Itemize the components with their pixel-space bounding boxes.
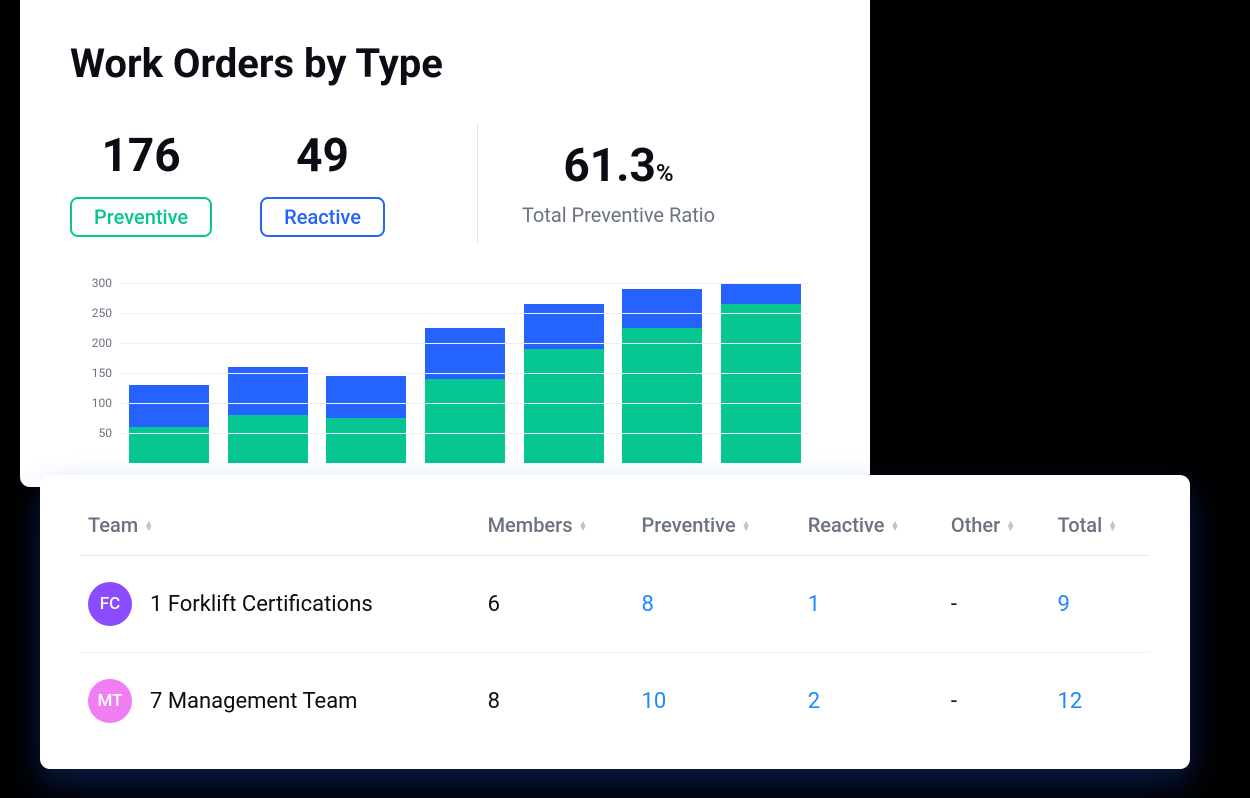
stat-reactive-value: 49 — [296, 129, 349, 183]
chart-y-axis: 50100150200250300 — [80, 283, 112, 463]
team-name: 1 Forklift Certifications — [150, 592, 373, 617]
bar-segment-reactive — [129, 385, 209, 427]
stats-row: 176 Preventive 49 Reactive 61.3% Total P… — [70, 123, 820, 243]
ratio-number: 61.3 — [563, 139, 656, 193]
stat-preventive-value: 176 — [101, 129, 180, 183]
preventive-pill[interactable]: Preventive — [70, 197, 212, 237]
cell-reactive: 1 — [800, 556, 943, 653]
cell-preventive: 10 — [634, 653, 800, 750]
cell-preventive: 8 — [634, 556, 800, 653]
gridline — [120, 283, 810, 284]
cell-members: 6 — [480, 556, 634, 653]
bar-segment-preventive — [228, 415, 308, 463]
stat-preventive: 176 Preventive — [70, 129, 212, 237]
cell-total: 12 — [1049, 653, 1150, 750]
gridline — [120, 433, 810, 434]
y-tick-label: 300 — [80, 276, 112, 290]
teams-table: Team▲▼ Members▲▼ Preventive▲▼ Reactive▲▼… — [80, 503, 1150, 749]
bar-segment-reactive — [622, 289, 702, 328]
chart-bar — [622, 289, 702, 463]
cell-other: - — [943, 653, 1050, 750]
stat-ratio-value: 61.3% — [563, 139, 673, 193]
teams-table-card: Team▲▼ Members▲▼ Preventive▲▼ Reactive▲▼… — [40, 475, 1190, 769]
bar-segment-preventive — [622, 328, 702, 463]
reactive-pill[interactable]: Reactive — [260, 197, 385, 237]
y-tick-label: 200 — [80, 336, 112, 350]
cell-total-link[interactable]: 9 — [1057, 592, 1069, 617]
chart-bar — [228, 367, 308, 463]
bar-segment-preventive — [326, 418, 406, 463]
stat-reactive: 49 Reactive — [260, 129, 385, 237]
cell-preventive-link[interactable]: 10 — [642, 689, 667, 714]
chart-bar — [425, 328, 505, 463]
sort-icon: ▲▼ — [890, 522, 899, 532]
col-reactive[interactable]: Reactive▲▼ — [800, 503, 943, 556]
cell-total-link[interactable]: 12 — [1057, 689, 1082, 714]
table-header-row: Team▲▼ Members▲▼ Preventive▲▼ Reactive▲▼… — [80, 503, 1150, 556]
table-row[interactable]: FC 1 Forklift Certifications 68 1 -9 — [80, 556, 1150, 653]
cell-preventive-link[interactable]: 8 — [642, 592, 654, 617]
cell-other: - — [943, 556, 1050, 653]
bar-segment-preventive — [524, 349, 604, 463]
chart-bar — [129, 385, 209, 463]
y-tick-label: 100 — [80, 396, 112, 410]
stacked-bar-chart: 50100150200250300 — [80, 283, 810, 463]
work-orders-card: Work Orders by Type 176 Preventive 49 Re… — [20, 0, 870, 487]
stat-ratio: 61.3% Total Preventive Ratio — [522, 139, 715, 227]
ratio-unit: % — [656, 159, 674, 187]
chart-bar — [326, 376, 406, 463]
sort-icon: ▲▼ — [579, 522, 588, 532]
gridline — [120, 343, 810, 344]
col-team[interactable]: Team▲▼ — [80, 503, 480, 556]
sort-icon: ▲▼ — [1006, 522, 1015, 532]
bar-segment-preventive — [721, 304, 801, 463]
divider — [477, 123, 478, 243]
chart-bar — [524, 304, 604, 463]
y-tick-label: 50 — [80, 426, 112, 440]
sort-icon: ▲▼ — [1108, 522, 1117, 532]
cell-reactive: 2 — [800, 653, 943, 750]
chart-plot-area — [120, 283, 810, 463]
gridline — [120, 313, 810, 314]
team-name: 7 Management Team — [150, 689, 357, 714]
gridline — [120, 403, 810, 404]
bar-segment-reactive — [228, 367, 308, 415]
table-row[interactable]: MT 7 Management Team 8 10 2 -12 — [80, 653, 1150, 750]
cell-reactive-link[interactable]: 1 — [808, 592, 820, 617]
cell-reactive-link[interactable]: 2 — [808, 689, 820, 714]
cell-team: MT 7 Management Team — [80, 653, 480, 750]
sort-icon: ▲▼ — [144, 522, 153, 532]
col-members[interactable]: Members▲▼ — [480, 503, 634, 556]
sort-icon: ▲▼ — [742, 522, 751, 532]
cell-team: FC 1 Forklift Certifications — [80, 556, 480, 653]
bar-segment-reactive — [326, 376, 406, 418]
cell-members: 8 — [480, 653, 634, 750]
avatar: MT — [88, 679, 132, 723]
col-total[interactable]: Total▲▼ — [1049, 503, 1150, 556]
col-preventive[interactable]: Preventive▲▼ — [634, 503, 800, 556]
bar-segment-reactive — [425, 328, 505, 379]
bar-segment-reactive — [721, 283, 801, 304]
y-tick-label: 150 — [80, 366, 112, 380]
avatar: FC — [88, 582, 132, 626]
col-other[interactable]: Other▲▼ — [943, 503, 1050, 556]
gridline — [120, 373, 810, 374]
y-tick-label: 250 — [80, 306, 112, 320]
cell-total: 9 — [1049, 556, 1150, 653]
stat-ratio-label: Total Preventive Ratio — [522, 203, 715, 227]
card-title: Work Orders by Type — [70, 40, 820, 87]
bar-segment-preventive — [425, 379, 505, 463]
